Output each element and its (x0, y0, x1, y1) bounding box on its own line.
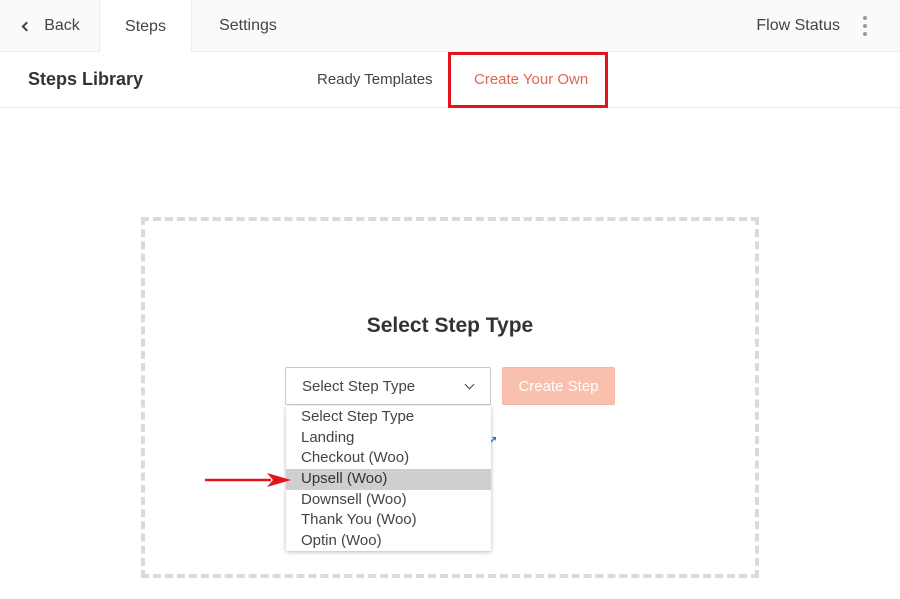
annotation-arrow-icon (205, 473, 291, 487)
select-step-type-heading: Select Step Type (366, 314, 534, 337)
chevron-left-icon (21, 21, 32, 31)
dot (863, 32, 867, 36)
dot (863, 16, 867, 20)
tab-settings[interactable]: Settings (192, 0, 304, 52)
annotation-highlight-box (448, 52, 608, 108)
dropdown-option-optin[interactable]: Optin (Woo) (286, 531, 491, 552)
dropdown-option-upsell[interactable]: Upsell (Woo) (286, 469, 491, 490)
dropdown-option-select-step-type[interactable]: Select Step Type (286, 407, 491, 428)
step-type-dropdown-list: Select Step Type Landing Checkout (Woo) … (286, 406, 491, 551)
kebab-vertical-icon[interactable] (860, 16, 870, 36)
chevron-down-icon (464, 379, 475, 390)
back-button[interactable]: Back (0, 0, 100, 52)
tab-ready-templates[interactable]: Ready Templates (317, 71, 433, 88)
step-type-select[interactable]: Select Step Type (285, 367, 491, 405)
dropdown-option-downsell[interactable]: Downsell (Woo) (286, 490, 491, 511)
create-step-button[interactable]: Create Step (502, 367, 615, 405)
page-title: Steps Library (28, 69, 144, 89)
dropdown-option-thank-you[interactable]: Thank You (Woo) (286, 510, 491, 531)
top-nav: Back Steps Settings Flow Status (0, 0, 900, 53)
flow-status-button[interactable]: Flow Status (756, 0, 840, 52)
back-label: Back (44, 17, 80, 34)
flow-status-label: Flow Status (756, 17, 840, 34)
tab-steps[interactable]: Steps (100, 0, 192, 53)
dropdown-option-landing[interactable]: Landing (286, 428, 491, 449)
tab-steps-label: Steps (125, 17, 166, 35)
step-type-select-value: Select Step Type (302, 377, 416, 395)
dropdown-option-checkout[interactable]: Checkout (Woo) (286, 448, 491, 469)
dot (863, 24, 867, 28)
tab-settings-label: Settings (219, 17, 277, 34)
